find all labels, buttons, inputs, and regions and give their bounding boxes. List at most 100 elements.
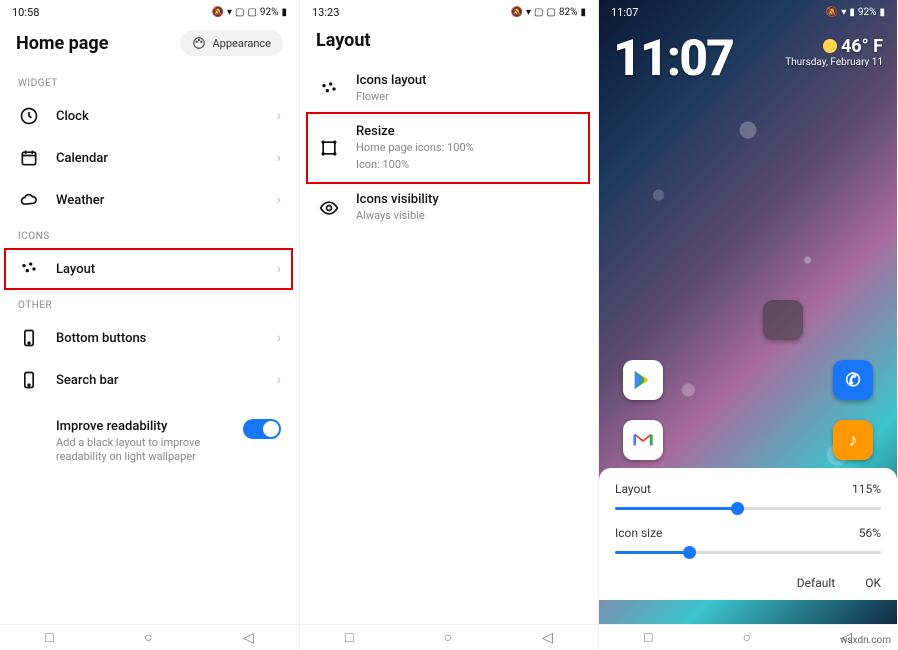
row-improve-readability[interactable]: Improve readability Add a black layout t… (0, 401, 299, 475)
layout-value: 115% (852, 482, 881, 496)
battery-icon: ▮ (281, 7, 287, 18)
status-time: 10:58 (12, 6, 39, 19)
clock-widget[interactable]: 11:07 (613, 30, 733, 88)
appearance-button[interactable]: Appearance (180, 30, 283, 56)
row-label: Weather (56, 193, 261, 208)
nav-back-icon[interactable]: ◁ (542, 630, 553, 646)
ok-button[interactable]: OK (865, 576, 881, 590)
battery-label: 82% (559, 7, 578, 18)
calendar-icon (18, 147, 40, 169)
battery-icon: ▮ (580, 7, 586, 18)
app-icon-music[interactable]: ♪ (833, 420, 873, 460)
app-icon-phone[interactable]: ✆ (833, 360, 873, 400)
signal-icon: ▢ (546, 7, 555, 18)
row-label: Layout (56, 262, 261, 277)
status-bar: 10:58 🔕 ▾ ▢ ▢ 92% ▮ (0, 0, 299, 22)
row-clock[interactable]: Clock › (0, 95, 299, 137)
section-icons: ICONS (0, 221, 299, 248)
sun-icon (823, 39, 837, 53)
weather-temp: 46° F (841, 36, 883, 57)
row-label: Search bar (56, 373, 261, 388)
app-icon-play[interactable] (623, 360, 663, 400)
section-widget: WIDGET (0, 68, 299, 95)
row-search-bar[interactable]: Search bar › (0, 359, 299, 401)
row-weather[interactable]: Weather › (0, 179, 299, 221)
phone-icon (18, 369, 40, 391)
row-icons-layout[interactable]: Icons layout Flower (300, 63, 598, 114)
chevron-right-icon: › (277, 330, 281, 346)
nav-recent-icon[interactable]: □ (644, 629, 652, 646)
silent-icon: 🔕 (212, 7, 224, 18)
row-sub: Home page icons: 100% (356, 141, 580, 155)
status-time: 11:07 (611, 6, 638, 19)
row-label: Improve readability (56, 419, 227, 434)
layout-dots-icon (18, 258, 40, 280)
phone-icon (18, 327, 40, 349)
nav-recent-icon[interactable]: □ (345, 629, 353, 646)
weather-widget[interactable]: 46° F Thursday, February 11 (785, 36, 883, 68)
status-time: 13:23 (312, 6, 339, 19)
resize-sheet: Layout 115% Icon size 56% Default OK (599, 468, 897, 600)
row-resize[interactable]: Resize Home page icons: 100% Icon: 100% (300, 114, 598, 182)
toggle-improve-readability[interactable] (243, 419, 281, 439)
wifi-icon: ▾ (526, 7, 531, 18)
status-icons: 🔕 ▾ ▮ 92% ▮ (826, 7, 885, 18)
signal-icon: ▮ (849, 7, 855, 18)
layout-slider[interactable] (615, 502, 881, 516)
silent-icon: 🔕 (511, 7, 523, 18)
chevron-right-icon: › (277, 150, 281, 166)
silent-icon: 🔕 (826, 7, 838, 18)
navigation-bar: □ ○ ◁ (0, 624, 299, 650)
row-icons-visibility[interactable]: Icons visibility Always visible (300, 182, 598, 233)
page-title: Layout (316, 30, 371, 51)
weather-date: Thursday, February 11 (785, 57, 883, 68)
battery-label: 92% (260, 7, 279, 18)
row-sub: Add a black layout to improve readabilit… (56, 436, 227, 465)
chevron-right-icon: › (277, 192, 281, 208)
battery-label: 92% (858, 7, 877, 18)
wifi-icon: ▾ (227, 7, 232, 18)
row-calendar[interactable]: Calendar › (0, 137, 299, 179)
watermark: wsxdn.com (840, 635, 891, 646)
nav-home-icon[interactable]: ○ (444, 629, 452, 646)
default-button[interactable]: Default (797, 576, 835, 590)
nav-home-icon[interactable]: ○ (144, 629, 152, 646)
row-label: Icons visibility (356, 192, 580, 207)
wifi-icon: ▾ (841, 7, 846, 18)
signal-icon: ▢ (534, 7, 543, 18)
chevron-right-icon: › (277, 108, 281, 124)
iconsize-label: Icon size (615, 526, 662, 540)
signal-icon: ▢ (247, 7, 256, 18)
nav-back-icon[interactable]: ◁ (243, 630, 254, 646)
layout-label: Layout (615, 482, 651, 496)
palette-icon (192, 36, 206, 50)
section-other: OTHER (0, 290, 299, 317)
signal-icon: ▢ (235, 7, 244, 18)
cloud-icon (18, 189, 40, 211)
clock-icon (18, 105, 40, 127)
status-bar: 13:23 🔕 ▾ ▢ ▢ 82% ▮ (300, 0, 598, 22)
status-icons: 🔕 ▾ ▢ ▢ 82% ▮ (511, 7, 586, 18)
iconsize-value: 56% (859, 526, 881, 540)
chevron-right-icon: › (277, 261, 281, 277)
appearance-label: Appearance (212, 37, 271, 50)
navigation-bar: □ ○ ◁ (300, 624, 598, 650)
layout-dots-icon (318, 78, 340, 100)
resize-icon (318, 137, 340, 159)
row-sub: Icon: 100% (356, 158, 580, 172)
battery-icon: ▮ (879, 7, 885, 18)
row-layout[interactable]: Layout › (0, 248, 299, 290)
row-sub: Always visible (356, 209, 580, 223)
eye-icon (318, 197, 340, 219)
row-label: Clock (56, 109, 261, 124)
row-bottom-buttons[interactable]: Bottom buttons › (0, 317, 299, 359)
status-bar: 11:07 🔕 ▾ ▮ 92% ▮ (599, 0, 897, 22)
iconsize-slider[interactable] (615, 546, 881, 560)
nav-recent-icon[interactable]: □ (45, 629, 53, 646)
app-icon-gmail[interactable] (623, 420, 663, 460)
nav-home-icon[interactable]: ○ (743, 629, 751, 646)
row-label: Calendar (56, 151, 261, 166)
status-icons: 🔕 ▾ ▢ ▢ 92% ▮ (212, 7, 287, 18)
row-label: Resize (356, 124, 580, 139)
app-folder[interactable] (763, 300, 803, 340)
